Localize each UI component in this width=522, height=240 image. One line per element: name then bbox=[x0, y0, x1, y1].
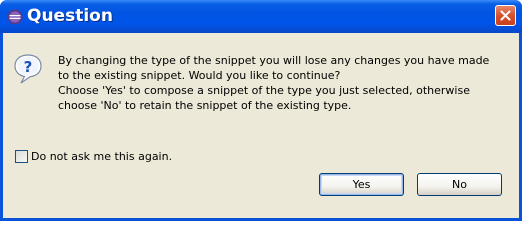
question-icon: ? bbox=[12, 53, 44, 85]
window-title: Question bbox=[27, 6, 113, 26]
do-not-ask-checkbox[interactable] bbox=[15, 149, 28, 163]
message-line: choose 'No' to retain the snippet of the… bbox=[58, 99, 352, 112]
message-line: Choose 'Yes' to compose a snippet of the… bbox=[58, 84, 470, 97]
svg-text:?: ? bbox=[24, 58, 33, 76]
title-bar[interactable]: Question bbox=[0, 0, 522, 33]
message-line: to the existing snippet. Would you like … bbox=[58, 69, 341, 82]
message-line: By changing the type of the snippet you … bbox=[58, 54, 490, 67]
close-button[interactable] bbox=[495, 5, 516, 26]
do-not-ask-label[interactable]: Do not ask me this again. bbox=[31, 150, 172, 163]
dialog-body: ? By changing the type of the snippet yo… bbox=[3, 33, 519, 218]
eclipse-app-icon bbox=[7, 9, 23, 25]
close-icon bbox=[500, 10, 511, 21]
yes-button[interactable]: Yes bbox=[319, 173, 404, 196]
message-text: By changing the type of the snippet you … bbox=[58, 53, 513, 113]
dialog-window: Question ? By changing the type of the s… bbox=[0, 0, 522, 221]
do-not-ask-option[interactable]: Do not ask me this again. bbox=[15, 148, 172, 164]
no-button[interactable]: No bbox=[417, 173, 502, 196]
